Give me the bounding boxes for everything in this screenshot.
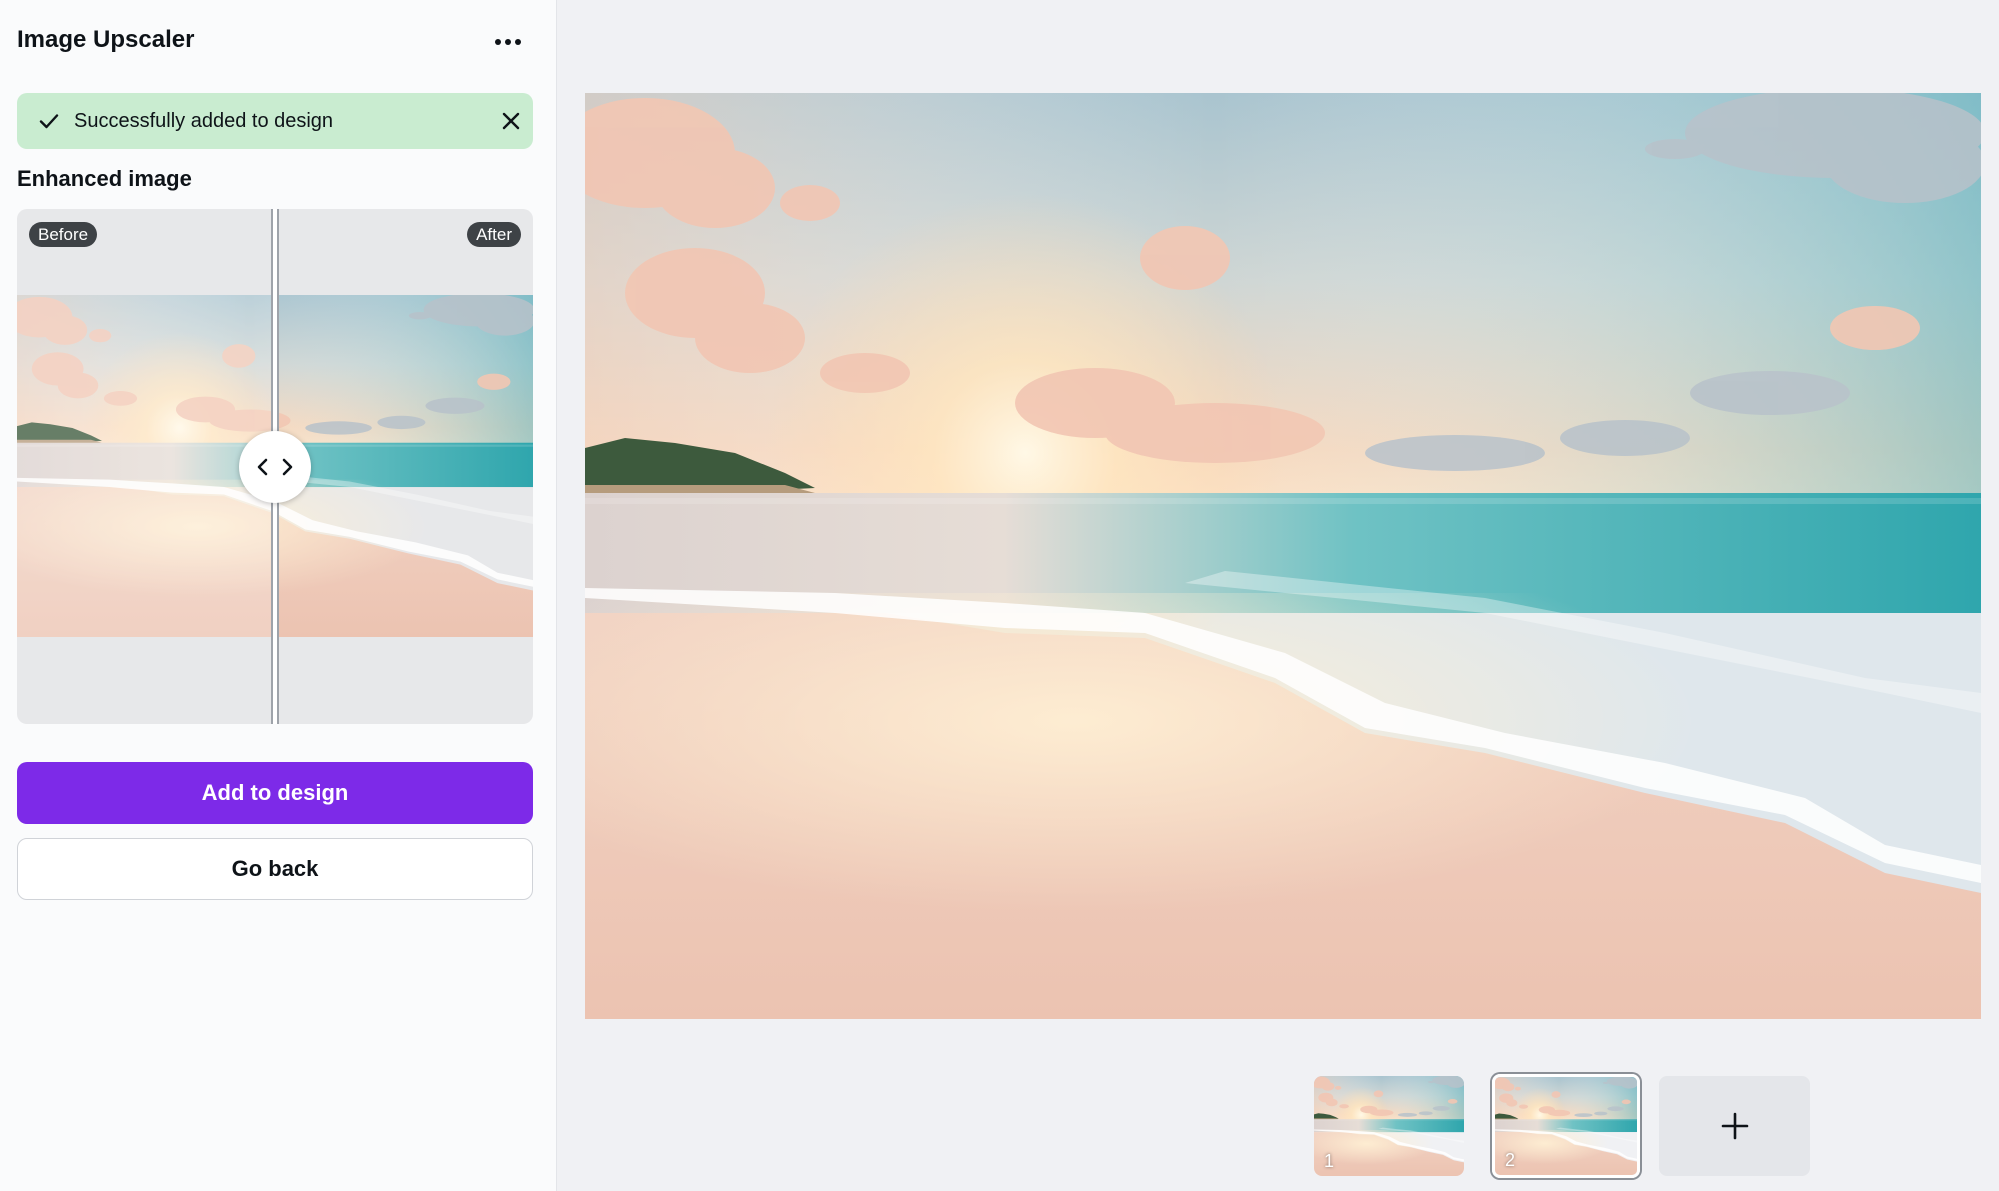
before-after-comparison[interactable]: Before After	[17, 209, 533, 724]
plus-icon	[1721, 1112, 1748, 1140]
before-image	[17, 295, 273, 637]
image-upscaler-panel: Image Upscaler Successfully added to des…	[0, 0, 557, 1191]
panel-title: Image Upscaler	[17, 26, 195, 53]
page-thumbnail-1[interactable]: 1	[1314, 1076, 1464, 1176]
go-back-button[interactable]: Go back	[17, 838, 533, 900]
toast-message: Successfully added to design	[74, 110, 334, 132]
after-label: After	[467, 222, 521, 247]
check-icon	[39, 114, 59, 129]
more-options-icon[interactable]	[486, 24, 530, 60]
before-label: Before	[29, 222, 98, 247]
page-number: 1	[1324, 1151, 1335, 1171]
page-thumbnail-2[interactable]: 2	[1492, 1074, 1640, 1178]
comparison-slider-handle[interactable]	[239, 431, 311, 503]
enhanced-image-heading: Enhanced image	[17, 166, 192, 191]
success-toast: Successfully added to design	[17, 93, 533, 149]
after-image	[279, 295, 533, 637]
add-page-button[interactable]	[1659, 1076, 1810, 1176]
chevron-left-right-icon	[257, 458, 293, 476]
add-to-design-button[interactable]: Add to design	[17, 762, 533, 824]
close-icon[interactable]	[499, 109, 523, 133]
page-number: 2	[1505, 1150, 1516, 1170]
design-canvas-image[interactable]	[585, 93, 1981, 1019]
